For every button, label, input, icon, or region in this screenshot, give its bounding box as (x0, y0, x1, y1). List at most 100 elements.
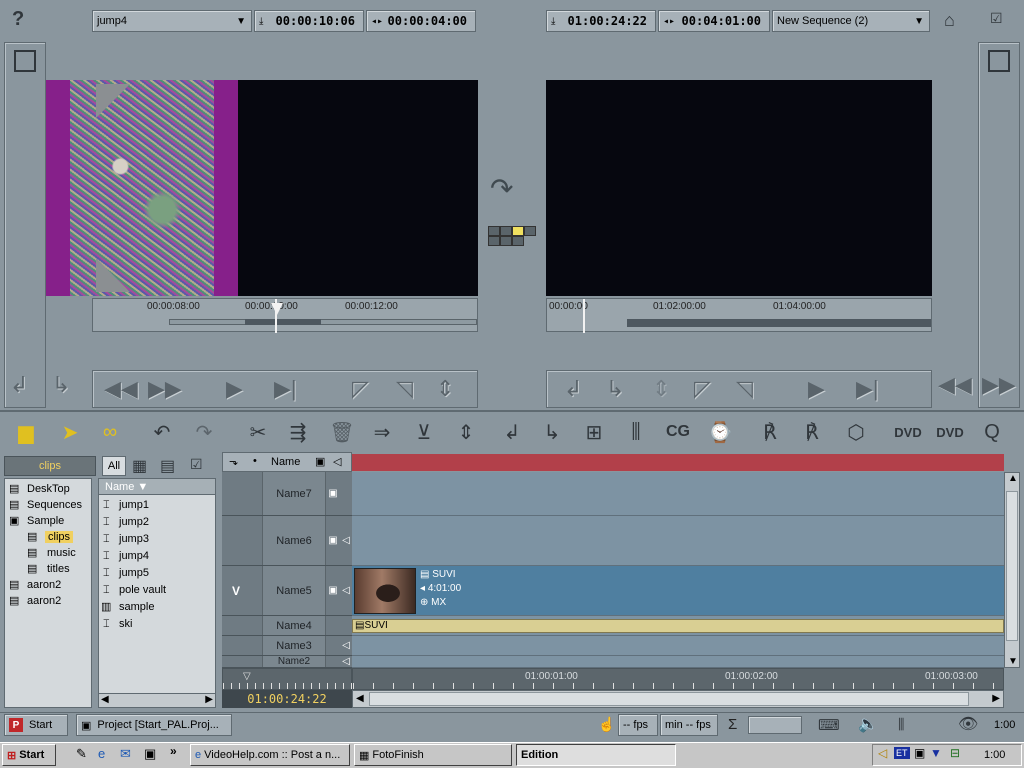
lift-icon[interactable]: ↲ (10, 372, 28, 398)
bin-tab-all[interactable]: All (102, 456, 126, 476)
timeline-vscrollbar[interactable]: ▲ ▼ (1004, 472, 1020, 668)
tray-network-icon[interactable]: ⊟ (950, 746, 960, 760)
track-body-name6[interactable] (352, 516, 1004, 566)
list-item[interactable]: ⌶ jump3 (99, 531, 215, 548)
trash-icon[interactable]: 🗑 (328, 418, 356, 446)
mixer-icon[interactable]: ⫼ (622, 418, 650, 446)
mark-in-icon[interactable]: ◸ (694, 376, 711, 402)
help-icon[interactable]: ? (12, 8, 24, 31)
quicklaunch-ie-icon[interactable]: e (98, 746, 105, 761)
track-head-name7[interactable]: Name7 ▣ (222, 472, 352, 516)
fullscreen-icon[interactable] (14, 50, 36, 72)
tree-item-music[interactable]: ▤ music (5, 545, 91, 561)
clear-marks-icon[interactable]: ⇕ (436, 376, 454, 402)
tray-app-icon[interactable]: ▼ (930, 746, 942, 760)
start-app-button[interactable]: P Start (4, 714, 68, 736)
mark-in-icon[interactable]: ◸ (352, 376, 369, 402)
play-to-end-icon[interactable]: ▶| (856, 376, 879, 402)
ripple-icon[interactable]: ⇶ (284, 418, 312, 446)
scroll-up-icon[interactable]: ▲ (1008, 473, 1018, 484)
windows-start-button[interactable]: ⊞ Start (2, 744, 56, 766)
extract-icon[interactable]: ↳ (52, 372, 70, 398)
folder-icon[interactable]: ▆ (12, 418, 40, 446)
track-body-name3[interactable] (352, 636, 1004, 656)
hand-icon[interactable]: ☝ (598, 716, 615, 733)
mark-clip-icon[interactable]: ⊻ (410, 418, 438, 446)
bin-list-hscrollbar[interactable]: ◀ ▶ (99, 693, 215, 707)
capture-icon[interactable]: ⌚ (706, 418, 734, 446)
tree-item-clips[interactable]: ▤ clips (5, 529, 91, 545)
scroll-right-icon[interactable]: ▶ (205, 694, 213, 705)
checkmark-icon[interactable]: ☑ (990, 10, 1003, 27)
speaker-icon[interactable]: ◁ (340, 656, 352, 667)
quicklaunch-media-icon[interactable]: ▣ (144, 746, 156, 762)
bin-list-header[interactable]: Name ▼ (99, 479, 215, 495)
record-position-indicator[interactable] (583, 299, 585, 333)
track-body-name7[interactable] (352, 472, 1004, 516)
scroll-left-icon[interactable]: ◀ (101, 694, 109, 705)
quicklaunch-more-icon[interactable]: » (170, 744, 177, 758)
track-v-label[interactable]: V (222, 566, 250, 615)
tree-item-sequences[interactable]: ▤ Sequences (5, 497, 91, 513)
audio-clip[interactable]: ▤SUVI (352, 619, 1004, 633)
ruler-marker-icon[interactable]: ▽ (243, 671, 251, 682)
record-monitor[interactable] (546, 80, 932, 296)
dvd2-icon[interactable]: DVD (936, 418, 964, 446)
tree-item-titles[interactable]: ▤ titles (5, 561, 91, 577)
tree-item-desktop[interactable]: ▤ DeskTop (5, 481, 91, 497)
play-icon[interactable]: ▶ (808, 376, 825, 402)
source-position-bar[interactable]: 00:00:08:00 00:00:10:00 00:00:12:00 (92, 298, 478, 333)
mark-out-icon[interactable]: ◹ (396, 376, 413, 402)
track-select-icon[interactable]: ⬎ (229, 455, 238, 468)
pointer-icon[interactable]: ➤ (56, 418, 84, 446)
taskbar-item-videohelp[interactable]: e VideoHelp.com :: Post a n... (190, 744, 350, 766)
tray-et-icon[interactable]: ET (894, 747, 910, 759)
video-monitor-icon[interactable]: ▣ (326, 516, 340, 565)
quicklaunch-desktop-icon[interactable]: ✎ (76, 746, 87, 762)
list-item[interactable]: ⌶ pole vault (99, 582, 215, 599)
record-duration-timecode[interactable]: ◂▸ 00:04:01:00 (658, 10, 770, 32)
track-head-name5[interactable]: V Name5 ▣ ◁ (222, 566, 352, 616)
mark-out-icon[interactable]: ◹ (736, 376, 753, 402)
speaker-icon[interactable]: ◁ (340, 566, 352, 615)
sequence-select[interactable]: New Sequence (2) ▼ (772, 10, 930, 32)
record-position-bar[interactable]: 00:00:00 01:02:00:00 01:04:00:00 (546, 298, 932, 333)
split-icon[interactable]: ⇕ (452, 418, 480, 446)
undo-icon[interactable]: ↶ (148, 418, 176, 446)
overwrite-icon[interactable]: ⇒ (368, 418, 396, 446)
lift-icon[interactable]: ↲ (564, 376, 582, 402)
scroll-right-icon[interactable]: ▶ (992, 693, 1000, 704)
list-item[interactable]: ⌶ jump4 (99, 548, 215, 565)
link-icon[interactable]: ∞ (96, 418, 124, 446)
fast-forward-icon[interactable]: ▶▶ (148, 376, 182, 402)
effect-r2-icon[interactable]: ℟ (798, 418, 826, 446)
tree-item-aaron2[interactable]: ▤ aaron2 (5, 577, 91, 593)
dvd-icon[interactable]: DVD (894, 418, 922, 446)
tree-item-aaron2[interactable]: ▤ aaron2 (5, 593, 91, 609)
rewind-icon[interactable]: ◀◀ (104, 376, 138, 402)
fullscreen-icon[interactable] (988, 50, 1010, 72)
list-item[interactable]: ⌶ ski (99, 616, 215, 633)
eye-icon[interactable]: 👁 (958, 714, 978, 734)
list-item[interactable]: ⌶ jump5 (99, 565, 215, 582)
extract-icon[interactable]: ↳ (606, 376, 624, 402)
speaker-icon[interactable]: ◁ (340, 516, 352, 565)
source-mark-in-timecode[interactable]: ⤓ 00:00:10:06 (254, 10, 364, 32)
speaker-icon[interactable]: ◁ (340, 636, 352, 655)
taskbar-item-fotofinish[interactable]: ▦ FotoFinish (354, 744, 512, 766)
search-icon[interactable]: Q (978, 418, 1006, 446)
razor-icon[interactable]: ✂ (244, 418, 272, 446)
scroll-thumb[interactable] (1006, 491, 1018, 641)
tray-speaker-icon[interactable]: ◁ (878, 746, 887, 760)
scroll-thumb[interactable] (369, 692, 969, 706)
bin-check-icon[interactable]: ☑ (190, 456, 203, 473)
grid-view-icon[interactable]: ▦ (132, 456, 147, 476)
list-item[interactable]: ⌶ jump2 (99, 514, 215, 531)
redo-icon[interactable]: ↷ (190, 418, 218, 446)
quicklaunch-outlook-icon[interactable]: ✉ (120, 746, 131, 762)
video-monitor-icon[interactable]: ▣ (326, 566, 340, 615)
play-to-end-icon[interactable]: ▶| (274, 376, 297, 402)
new-sequence-icon[interactable]: ⌂ (944, 10, 955, 31)
track-head-name4[interactable]: Name4 (222, 616, 352, 636)
track-head-name6[interactable]: Name6 ▣ ◁ (222, 516, 352, 566)
